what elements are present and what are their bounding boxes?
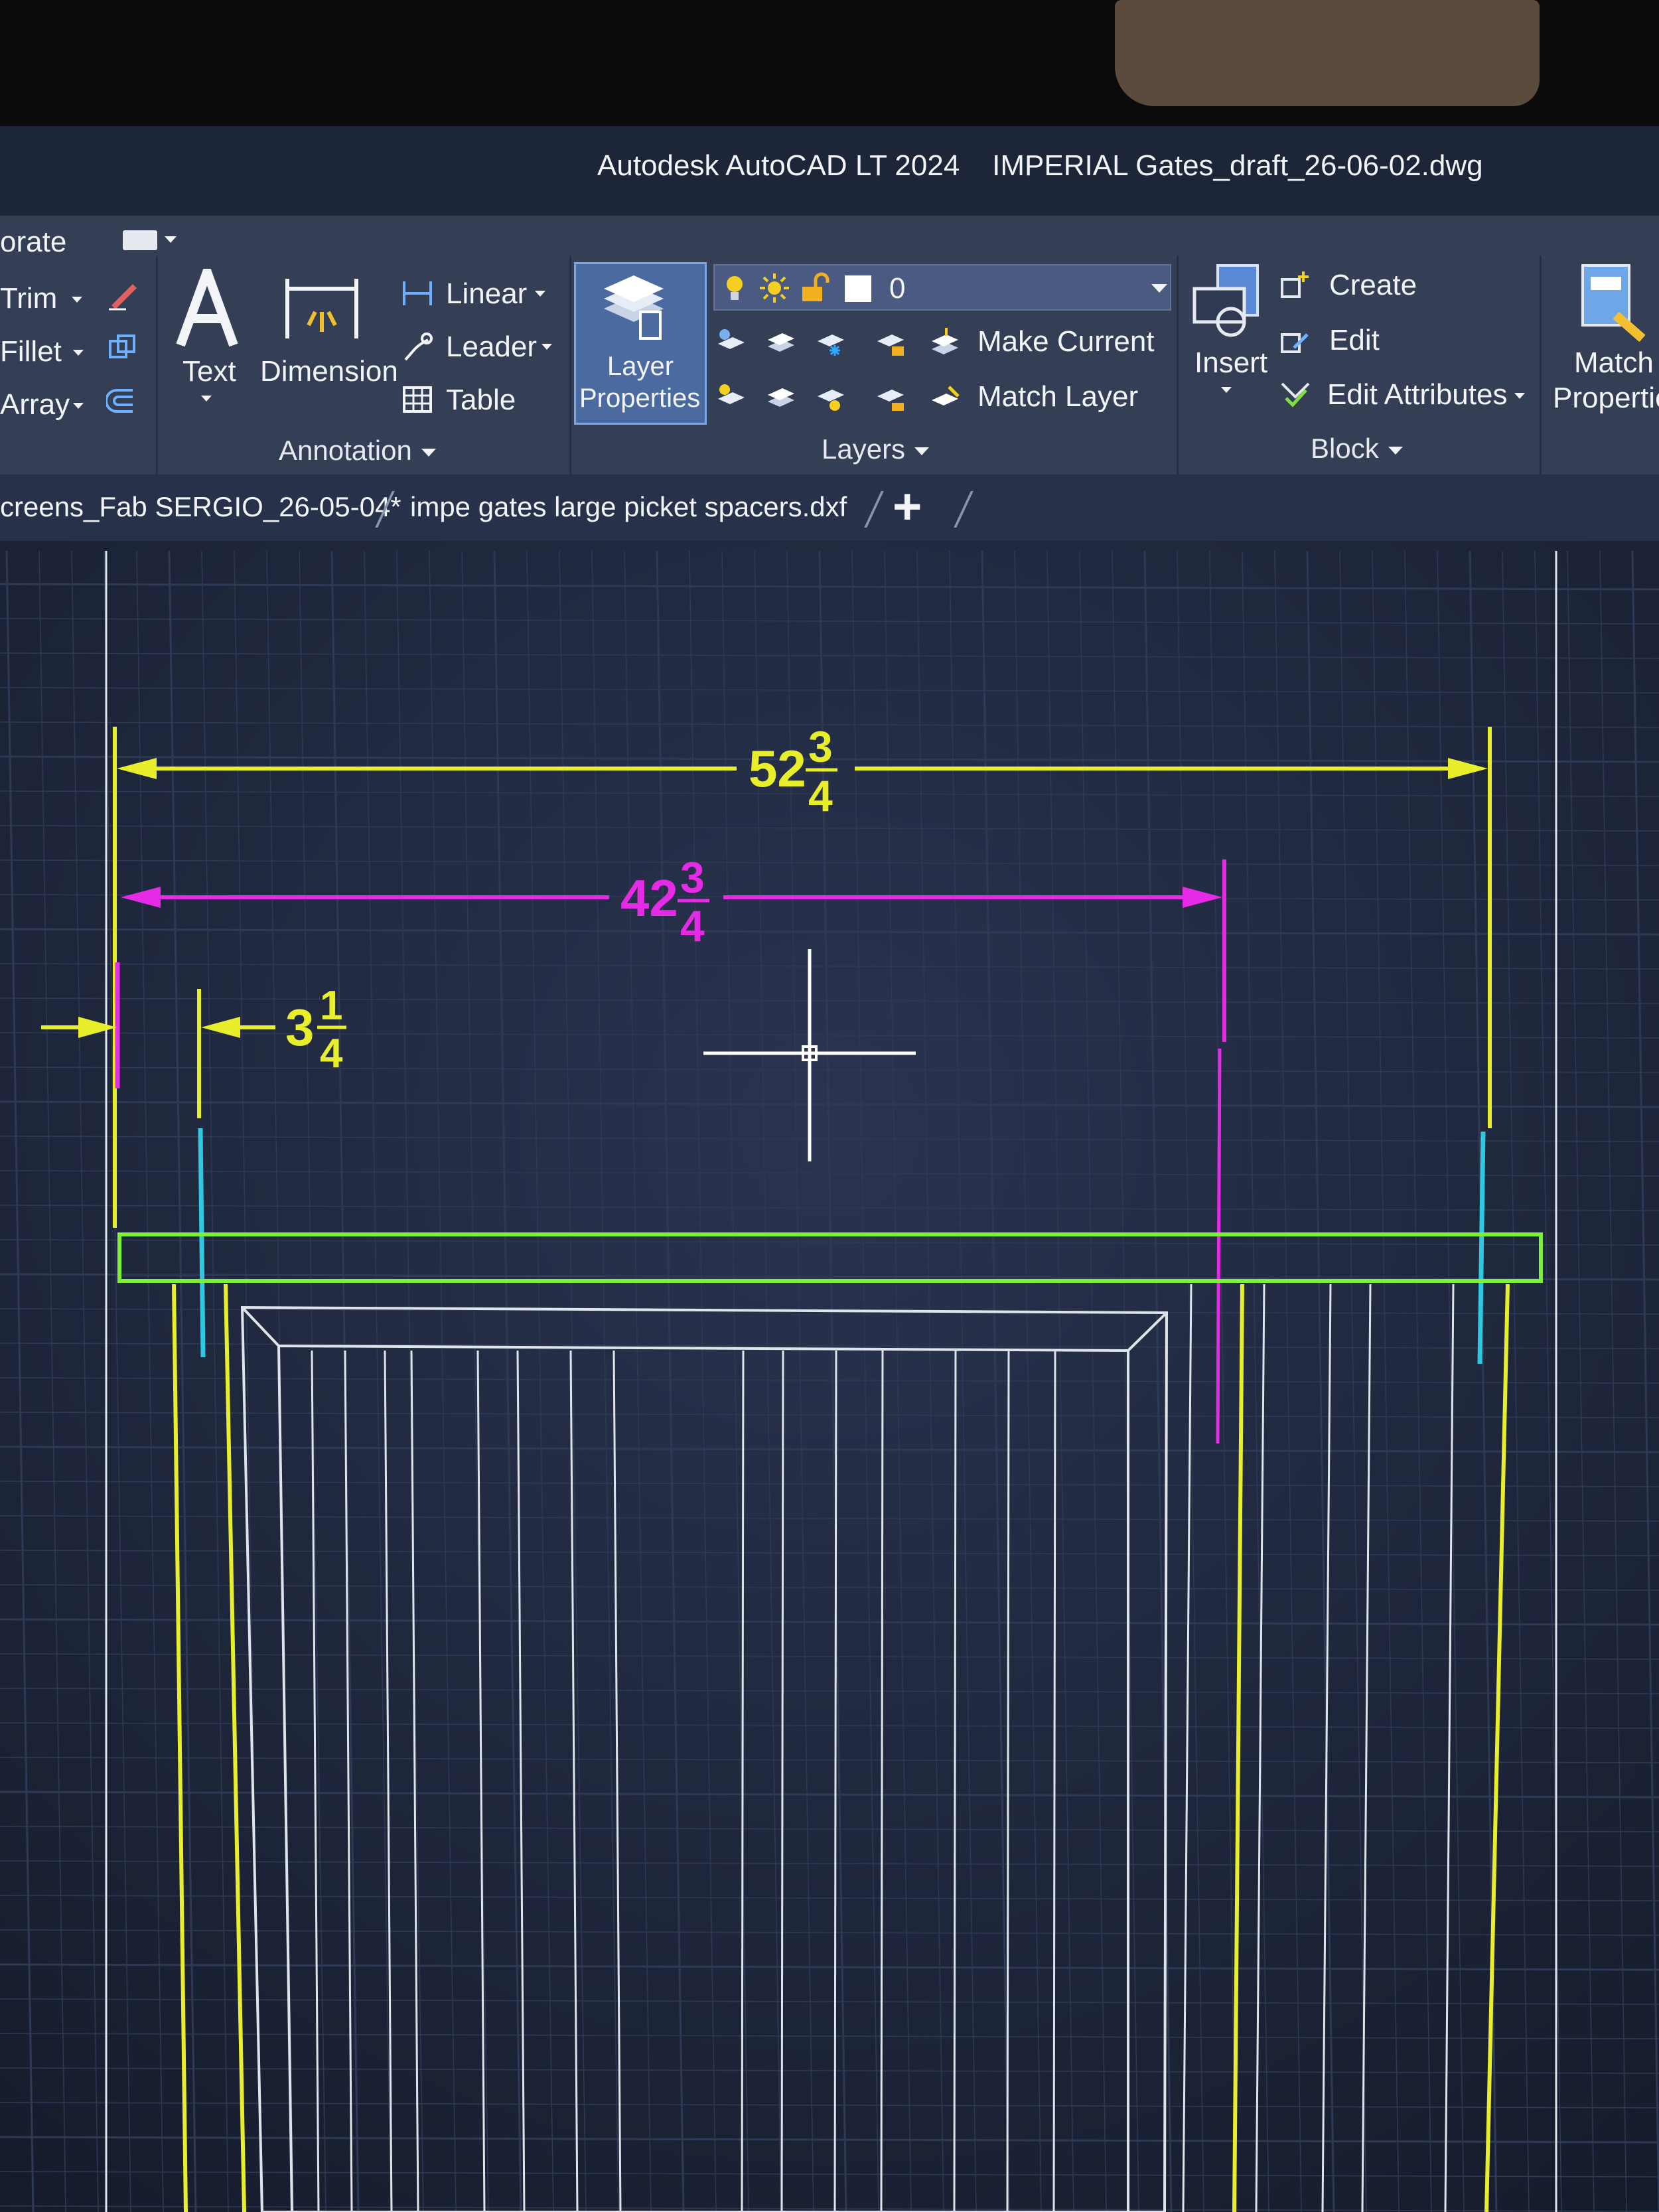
annotation-panel-title[interactable]: Annotation (279, 435, 436, 467)
copy-icon[interactable] (106, 332, 138, 364)
current-layer-name: 0 (889, 272, 906, 305)
gate-picket (780, 1350, 784, 2212)
offset-icon[interactable] (106, 385, 138, 417)
layer-lock-icon[interactable] (875, 325, 906, 357)
layer-stack-icon (604, 275, 664, 340)
file-tab[interactable]: creens_Fab SERGIO_26-05-04* (0, 491, 401, 523)
match-properties-icon (1581, 264, 1646, 342)
chevron-down-icon (421, 448, 436, 457)
layer-isolate-icon[interactable] (765, 325, 797, 357)
annotation-panel-label: Annotation (279, 435, 412, 466)
layer-unlock-icon[interactable] (875, 380, 906, 412)
chevron-down-icon[interactable] (535, 291, 545, 297)
layers-panel-title[interactable]: Layers (822, 433, 930, 465)
drawing-viewport[interactable]: 52 3 4 42 3 4 3 1 4 (0, 541, 1659, 2212)
edit-attributes-icon (1281, 382, 1310, 407)
chevron-down-icon (914, 447, 930, 455)
chevron-down-icon[interactable] (541, 344, 552, 350)
edit-block-button[interactable]: Edit (1329, 324, 1380, 357)
edit-block-icon (1281, 333, 1309, 353)
dim-3-denominator: 4 (320, 1031, 343, 1076)
create-block-icon (1281, 271, 1309, 298)
linear-button[interactable]: Linear (446, 277, 527, 311)
erase-icon[interactable] (106, 279, 138, 311)
edit-attributes-button[interactable]: Edit Attributes (1327, 378, 1507, 411)
sun-icon[interactable] (758, 272, 790, 304)
linear-dimension-icon (403, 281, 432, 305)
layers-panel-label: Layers (822, 433, 906, 465)
layer-unisolate-icon[interactable] (765, 380, 797, 412)
window-title: Autodesk AutoCAD LT 2024 IMPERIAL Gates_… (597, 149, 1483, 182)
leader-icon (404, 332, 433, 361)
dimension-button[interactable]: Dimension (260, 355, 398, 388)
chevron-down-icon[interactable] (1221, 387, 1232, 393)
create-block-button[interactable]: Create (1329, 269, 1417, 302)
gate-picket (741, 1350, 745, 2212)
chevron-down-icon[interactable] (72, 297, 82, 303)
dim-52-numerator: 3 (808, 722, 833, 771)
chevron-down-icon[interactable] (1151, 284, 1167, 293)
layer-on-icon[interactable] (715, 380, 747, 412)
panel-separator (569, 256, 571, 475)
make-current-button[interactable]: Make Current (977, 325, 1155, 358)
panel-separator (156, 256, 158, 475)
file-tab-active[interactable]: impe gates large picket spacers.dxf (410, 491, 847, 523)
dimension-icon[interactable] (282, 272, 362, 345)
block-panel-title[interactable]: Block (1311, 433, 1403, 465)
chevron-down-icon[interactable] (1514, 393, 1525, 399)
layer-off-icon[interactable] (715, 325, 747, 357)
leader-button[interactable]: Leader (446, 331, 537, 364)
dim-52-denominator: 4 (808, 771, 833, 820)
gate-picket (833, 1350, 837, 2212)
gate-picket (1006, 1350, 1010, 2212)
block-panel-label: Block (1311, 433, 1379, 464)
tape-on-bezel (1115, 0, 1540, 106)
dim-42-whole: 42 (620, 869, 678, 927)
layer-color-swatch (845, 275, 871, 302)
dim-3-whole: 3 (285, 998, 314, 1057)
dim-42-denominator: 4 (680, 901, 705, 950)
insert-button[interactable]: Insert (1194, 346, 1267, 380)
workspace-dropdown[interactable] (123, 230, 157, 250)
layer-thaw-icon[interactable] (815, 380, 847, 412)
dim-42-numerator: 3 (680, 853, 705, 902)
dim-3-numerator: 1 (320, 983, 342, 1029)
match-layer-icon (932, 386, 960, 406)
table-button[interactable]: Table (446, 384, 516, 417)
gate-picket (953, 1350, 957, 2212)
gate-picket (880, 1350, 884, 2212)
insert-block-icon (1192, 264, 1259, 337)
chevron-down-icon[interactable] (73, 350, 84, 356)
chevron-down-icon[interactable] (165, 236, 177, 243)
trim-button[interactable]: Trim (0, 282, 57, 315)
cyan-centerline (1477, 1131, 1486, 1364)
text-icon[interactable] (174, 269, 240, 348)
new-tab-button[interactable]: + (893, 478, 922, 536)
layer-properties-label-1: Layer (607, 352, 674, 381)
chevron-down-icon (1388, 446, 1403, 455)
ribbon-partial-label: orate (0, 226, 67, 258)
layer-properties-label-2: Properties (579, 384, 701, 413)
match-layer-button[interactable]: Match Layer (977, 380, 1138, 413)
chevron-down-icon[interactable] (201, 396, 212, 402)
panel-separator (1540, 256, 1542, 475)
cyan-centerline (198, 1128, 206, 1358)
unlock-icon[interactable] (798, 272, 830, 304)
text-button[interactable]: Text (182, 355, 236, 388)
gate-picket (1052, 1350, 1056, 2212)
table-icon (403, 386, 432, 413)
array-button[interactable]: Array (0, 388, 70, 421)
lightbulb-icon[interactable] (719, 272, 751, 304)
chevron-down-icon[interactable] (73, 403, 84, 409)
make-current-icon (932, 328, 958, 354)
match-properties-label-1[interactable]: Match (1574, 346, 1654, 380)
layer-freeze-icon[interactable] (815, 325, 847, 357)
panel-separator (1177, 256, 1179, 475)
match-properties-label-2[interactable]: Propertie (1553, 382, 1659, 415)
fillet-button[interactable]: Fillet (0, 335, 62, 368)
dim-52-whole: 52 (749, 739, 806, 798)
extension-line (1216, 1048, 1222, 1444)
